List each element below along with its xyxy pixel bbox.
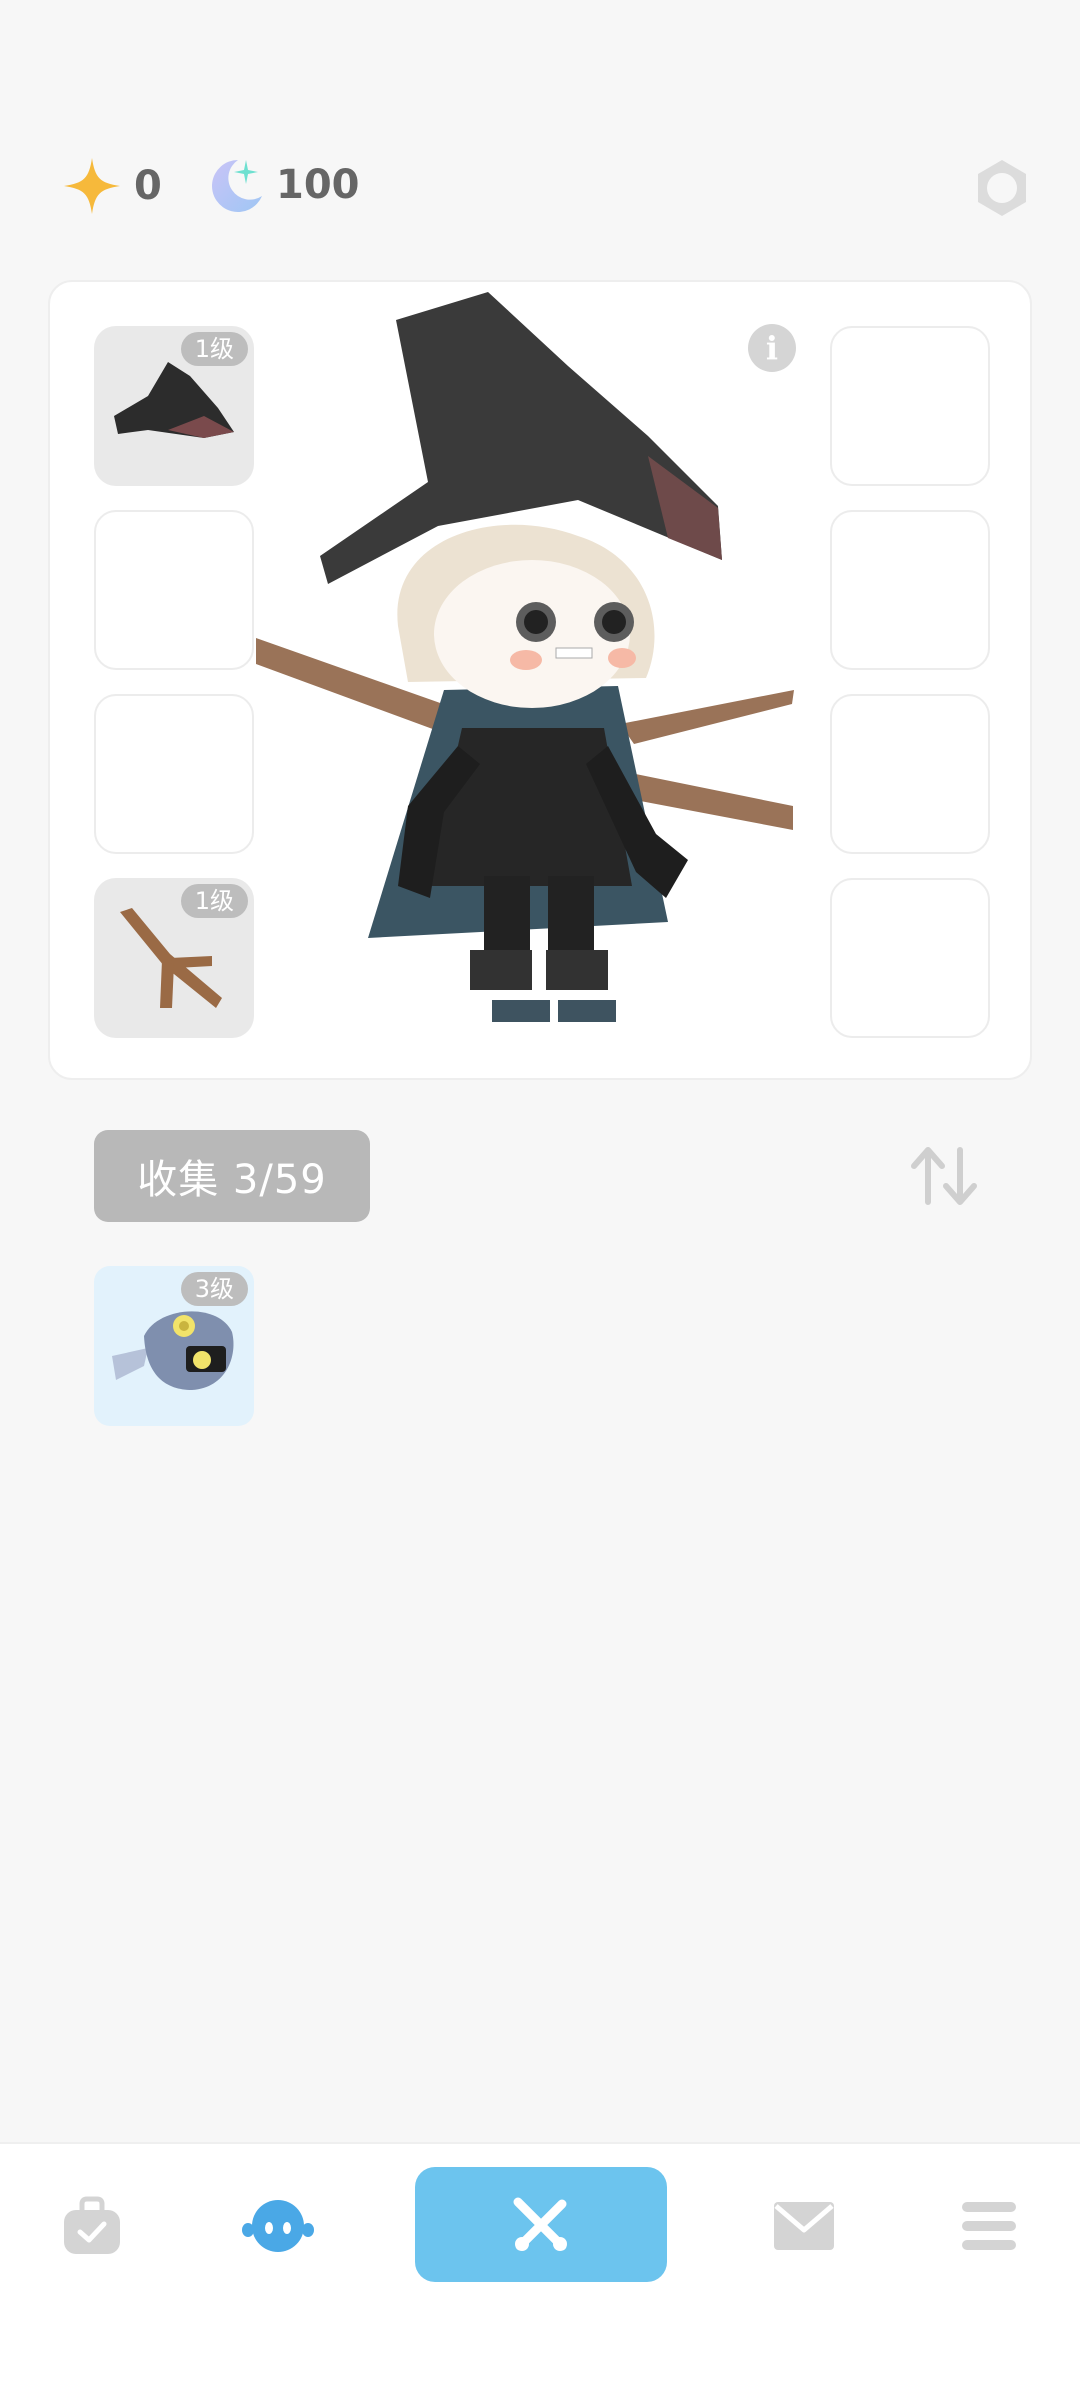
equip-slot-weapon[interactable]: 1级 — [94, 878, 254, 1038]
moon-count: 100 — [276, 162, 360, 208]
equip-slot-empty[interactable] — [830, 878, 990, 1038]
info-icon[interactable]: i — [748, 324, 796, 372]
sort-icon[interactable] — [908, 1144, 980, 1208]
character-icon[interactable] — [240, 2196, 316, 2256]
collection-button[interactable]: 收集 3/59 — [94, 1130, 370, 1222]
equip-slot-empty[interactable] — [830, 694, 990, 854]
bag-icon[interactable] — [60, 2196, 124, 2256]
character-avatar — [256, 292, 794, 1022]
collection-item[interactable]: 3级 — [94, 1266, 254, 1426]
equip-slot-hat[interactable]: 1级 — [94, 326, 254, 486]
equip-slot-empty[interactable] — [94, 510, 254, 670]
equip-slot-empty[interactable] — [94, 694, 254, 854]
moon-currency: 100 — [208, 156, 360, 214]
level-badge: 1级 — [180, 884, 248, 918]
moon-icon — [212, 160, 262, 212]
mail-icon[interactable] — [772, 2200, 836, 2252]
menu-icon[interactable] — [960, 2200, 1018, 2252]
equip-slot-empty[interactable] — [830, 510, 990, 670]
star-currency: 0 — [62, 156, 162, 216]
battle-button[interactable] — [415, 2167, 667, 2282]
branch-icon — [120, 908, 222, 1008]
star-icon — [64, 158, 120, 214]
level-badge: 1级 — [180, 332, 248, 366]
level-badge: 3级 — [180, 1272, 248, 1306]
witch-hat-icon — [114, 362, 234, 438]
hexagon-settings-icon[interactable] — [970, 156, 1034, 220]
fish-creature-icon — [112, 1311, 234, 1390]
star-count: 0 — [134, 163, 162, 209]
battle-icon — [513, 2197, 567, 2251]
equip-slot-empty[interactable] — [830, 326, 990, 486]
